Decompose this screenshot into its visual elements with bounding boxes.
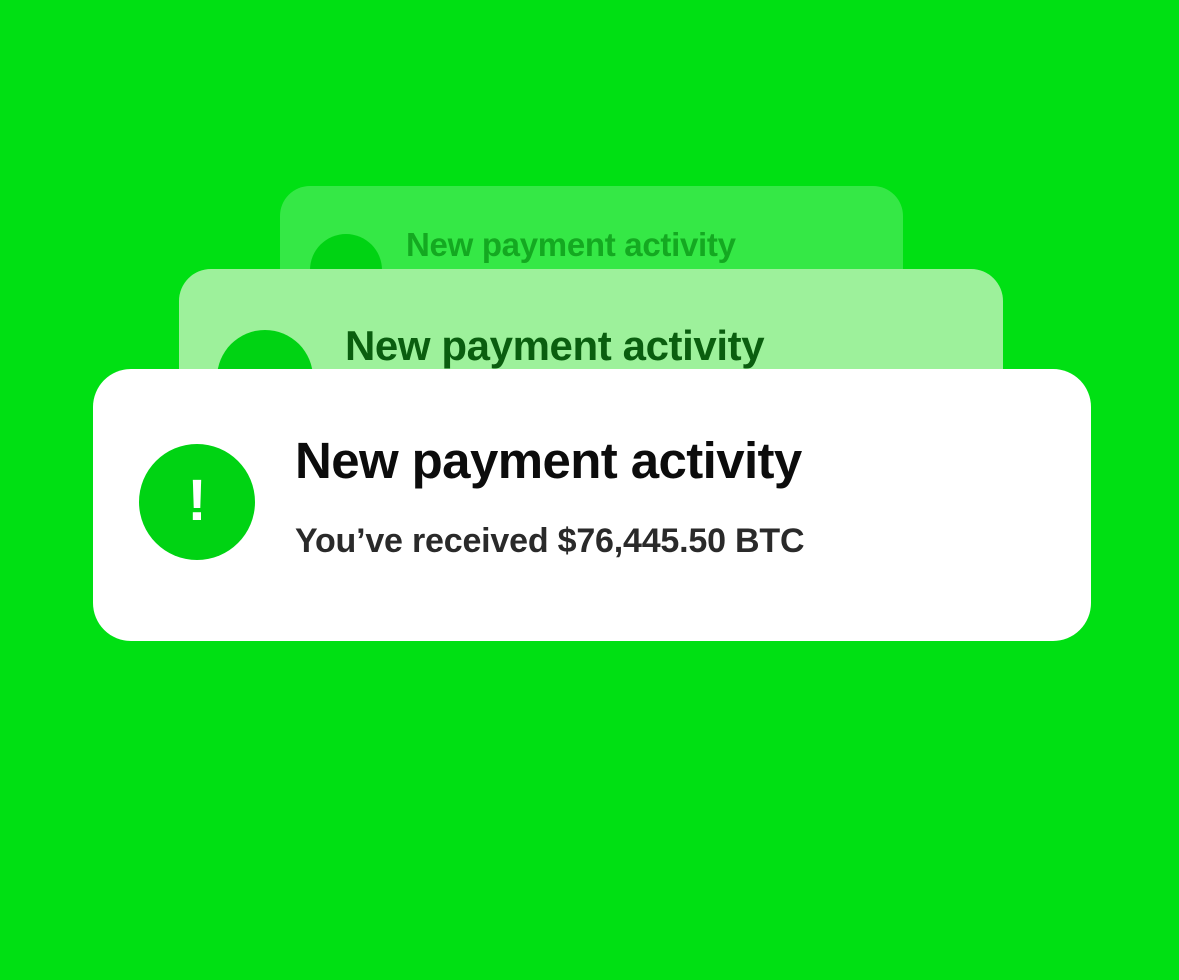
notification-card-front[interactable]: ! New payment activity You’ve received $… — [93, 369, 1091, 641]
notification-stack: New payment activity New payment activit… — [0, 0, 1179, 980]
notification-title: New payment activity — [345, 322, 765, 369]
notification-title: New payment activity — [295, 432, 802, 489]
notification-message: You’ve received $76,445.50 BTC — [295, 522, 805, 560]
notification-title: New payment activity — [406, 226, 736, 263]
exclamation-glyph: ! — [187, 468, 207, 533]
alert-icon: ! — [139, 444, 255, 560]
